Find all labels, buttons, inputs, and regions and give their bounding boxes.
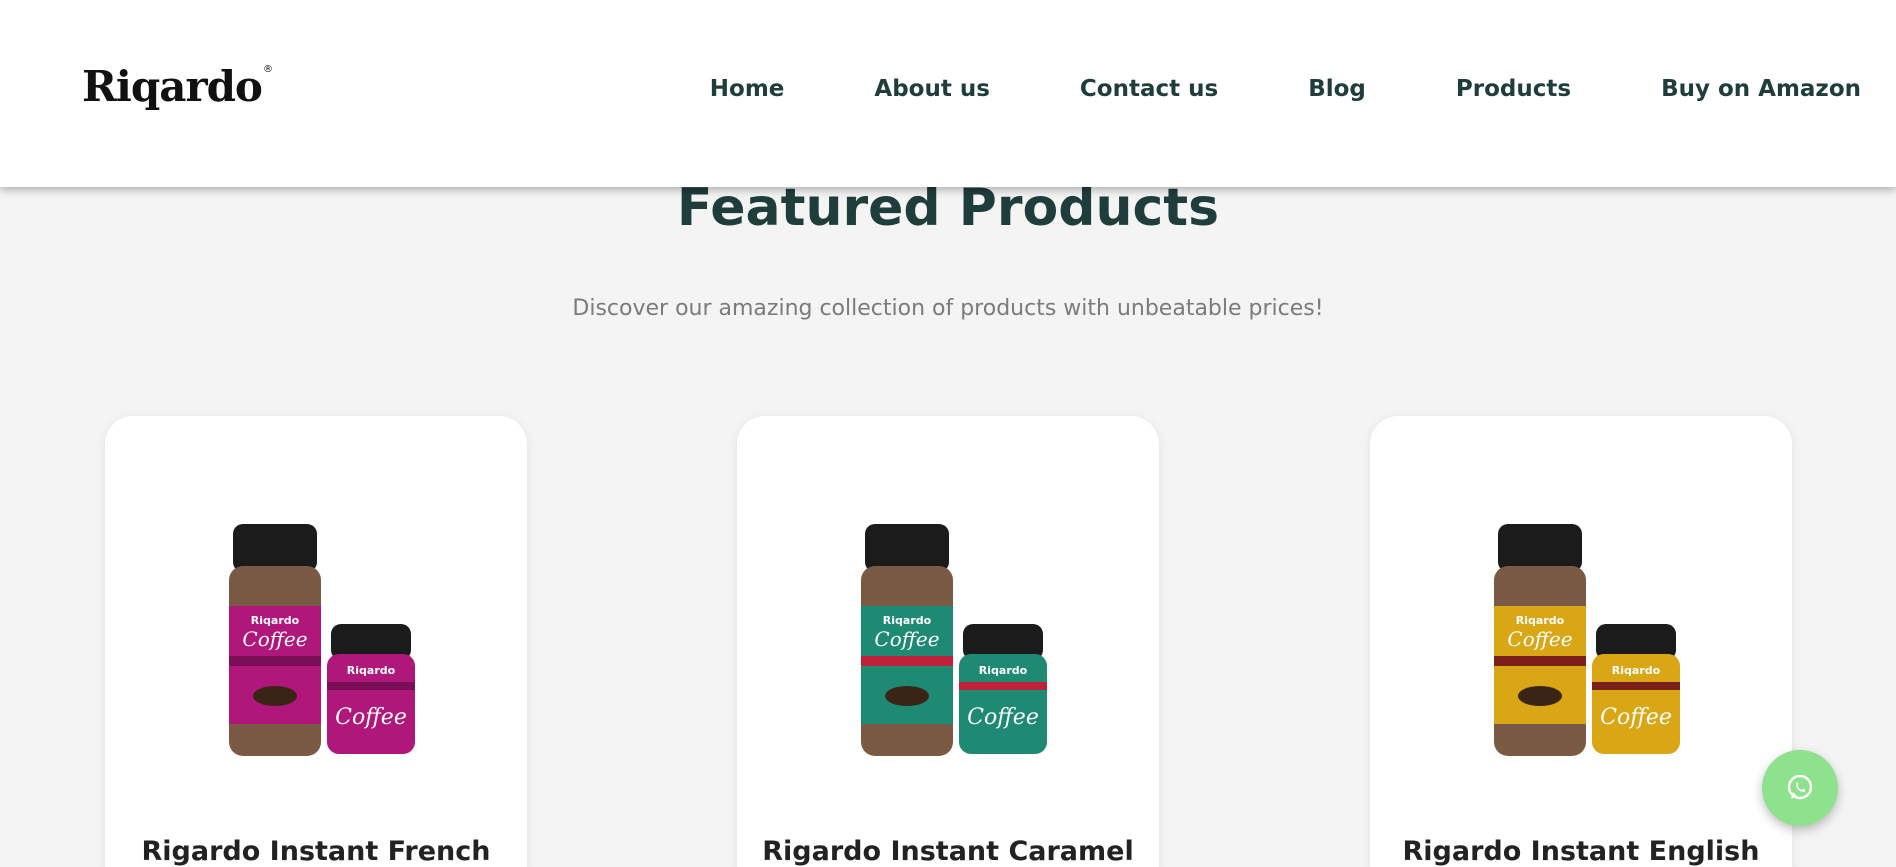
svg-text:Riqardo: Riqardo <box>883 614 932 627</box>
product-card[interactable]: Riqardo Coffee Riqardo Coffee Rigardo Insta… <box>737 416 1159 867</box>
product-title[interactable]: Rigardo Instant English <box>1370 836 1792 867</box>
svg-text:Riqardo: Riqardo <box>251 614 300 627</box>
nav-contact-us[interactable]: Contact us <box>1080 76 1218 102</box>
product-image[interactable]: RiqardoCoffeeRiqardoCoffee <box>737 506 1159 766</box>
nav-products[interactable]: Products <box>1456 76 1571 102</box>
main-nav: Home About us Contact us Blog Products B… <box>710 76 1861 102</box>
section-subtitle: Discover our amazing collection of produ… <box>572 296 1324 321</box>
product-title[interactable]: Rigardo Instant Caramel <box>737 836 1159 867</box>
site-header: Riqardo ® Home About us Contact us Blog … <box>0 0 1896 187</box>
nav-blog[interactable]: Blog <box>1308 76 1366 102</box>
product-card[interactable]: Riqardo Coffee Riqardo Coffee Rigardo Insta… <box>1370 416 1792 867</box>
svg-text:Coffee: Coffee <box>1507 627 1572 651</box>
nav-about-us[interactable]: About us <box>874 76 990 102</box>
product-card[interactable]: Riqardo Coffee Riqardo Coffee Rigardo Insta… <box>105 416 527 867</box>
svg-text:Riqardo: Riqardo <box>1516 614 1565 627</box>
nav-buy-on-amazon[interactable]: Buy on Amazon <box>1661 76 1861 102</box>
svg-text:Coffee: Coffee <box>874 627 939 651</box>
svg-text:Coffee: Coffee <box>1600 705 1672 730</box>
registered-mark: ® <box>262 64 273 75</box>
section-title: Featured Products <box>676 178 1220 238</box>
svg-text:Coffee: Coffee <box>335 705 407 730</box>
product-image[interactable]: RiqardoCoffeeRiqardoCoffee <box>105 506 527 766</box>
logo-text: Riqardo <box>82 62 263 111</box>
product-image[interactable]: RiqardoCoffeeRiqardoCoffee <box>1370 506 1792 766</box>
svg-text:Coffee: Coffee <box>967 705 1039 730</box>
nav-home[interactable]: Home <box>710 76 785 102</box>
whatsapp-icon <box>1787 774 1813 800</box>
whatsapp-button[interactable] <box>1762 750 1838 826</box>
svg-text:Coffee: Coffee <box>242 627 307 651</box>
svg-text:Riqardo: Riqardo <box>347 664 396 677</box>
brand-logo[interactable]: Riqardo ® <box>82 62 273 111</box>
svg-text:Riqardo: Riqardo <box>1612 664 1661 677</box>
product-title[interactable]: Rigardo Instant French <box>105 836 527 867</box>
svg-text:Riqardo: Riqardo <box>979 664 1028 677</box>
